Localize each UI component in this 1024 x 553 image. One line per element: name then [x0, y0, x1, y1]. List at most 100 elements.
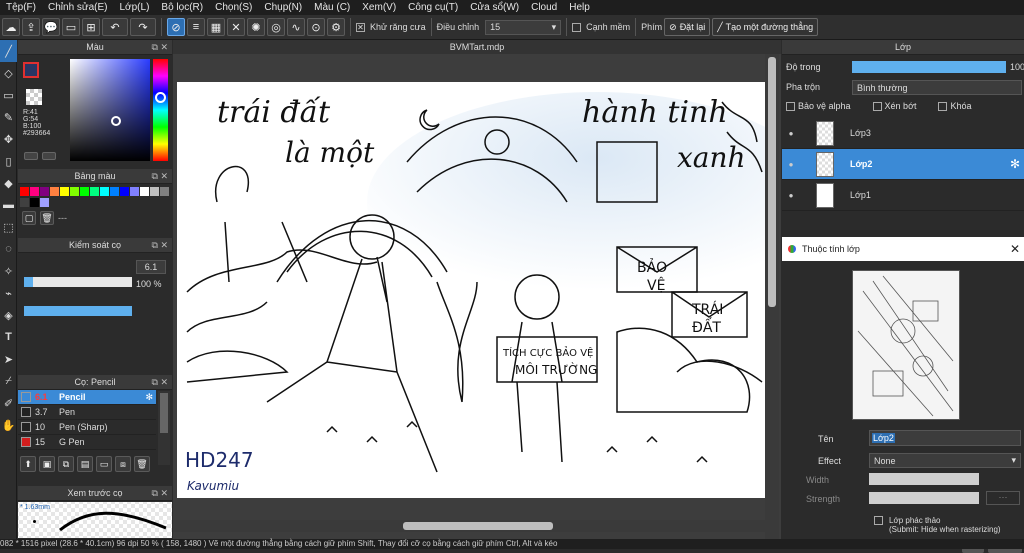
soft-edge-checkbox[interactable]: [572, 22, 582, 32]
hue-slider-handle[interactable]: [155, 92, 166, 103]
snap-off-icon[interactable]: ⊘: [167, 18, 185, 36]
layer-opacity-slider[interactable]: [852, 61, 1006, 73]
fill-tool-icon[interactable]: ◆: [0, 172, 17, 194]
brush-item-gpen[interactable]: 15 G Pen: [18, 435, 156, 450]
palette-swatch[interactable]: [30, 187, 39, 196]
new-palette-icon[interactable]: ▢: [22, 211, 36, 225]
panel-controls-icon[interactable]: ⧉ ✕: [152, 42, 168, 53]
share-icon[interactable]: ⇪: [22, 18, 40, 36]
text-tool-icon[interactable]: T: [0, 326, 17, 348]
scrollbar-thumb[interactable]: [160, 393, 168, 433]
menu-cloud[interactable]: Cloud: [525, 2, 563, 13]
magic-wand-icon[interactable]: ✧: [0, 260, 17, 282]
palette-swatch[interactable]: [160, 187, 169, 196]
menu-layer[interactable]: Lớp(L): [114, 2, 156, 13]
adjust-select[interactable]: 15 ▾: [485, 19, 562, 35]
draft-layer-checkbox[interactable]: [874, 516, 883, 525]
palette-swatch[interactable]: [60, 187, 69, 196]
visibility-icon[interactable]: ●: [782, 129, 800, 138]
brush-item-pen-sharp[interactable]: 10 Pen (Sharp): [18, 420, 156, 435]
select-pen-icon[interactable]: ⌁: [0, 282, 17, 304]
brush-list-scrollbar[interactable]: [158, 391, 170, 465]
layer-row-2[interactable]: ● Lớp2 ✻: [782, 149, 1024, 180]
brush-type-icon[interactable]: ▣: [39, 456, 55, 472]
sv-picker-handle[interactable]: [111, 116, 121, 126]
sv-color-picker[interactable]: [70, 59, 150, 161]
brush-copy-icon[interactable]: ⧉: [58, 456, 74, 472]
select-eraser-icon[interactable]: ◈: [0, 304, 17, 326]
comment-icon[interactable]: 💬: [42, 18, 60, 36]
layer-name-input[interactable]: Lớp2: [869, 430, 1021, 446]
gear-icon[interactable]: ✻: [145, 392, 153, 403]
transparent-swatch[interactable]: [26, 89, 42, 105]
menu-tools[interactable]: Công cụ(T): [402, 2, 464, 13]
snap-icon[interactable]: ⊞: [82, 18, 100, 36]
clipping-option[interactable]: Xén bớt: [872, 101, 916, 112]
snap-parallel-icon[interactable]: ≡: [187, 18, 205, 36]
palette-swatch[interactable]: [100, 187, 109, 196]
menu-filter[interactable]: Bộ lọc(R): [155, 2, 209, 13]
palette-swatch[interactable]: [110, 187, 119, 196]
brush-item-pen[interactable]: 3.7 Pen: [18, 405, 156, 420]
menu-view[interactable]: Xem(V): [356, 2, 402, 13]
protect-alpha-checkbox[interactable]: [786, 102, 795, 112]
brush-settings-icon[interactable]: ▤: [77, 456, 93, 472]
brush-opacity-slider[interactable]: [24, 306, 132, 316]
effect-strength-slider[interactable]: [869, 492, 979, 504]
snap-radial-icon[interactable]: ✺: [247, 18, 265, 36]
brush-folder-icon[interactable]: ▭: [96, 456, 112, 472]
menu-edit[interactable]: Chỉnh sửa(E): [42, 2, 114, 13]
snap-ellipse-icon[interactable]: ⊙: [307, 18, 325, 36]
gradient-tool-icon[interactable]: ▬: [0, 194, 17, 216]
layer-row-3[interactable]: ● Lớp3: [782, 118, 1024, 149]
brush-item-pencil[interactable]: 6.1 Pencil ✻: [18, 390, 156, 405]
panel-controls-icon[interactable]: ⧉ ✕: [152, 171, 168, 182]
snap-settings-icon[interactable]: ⚙: [327, 18, 345, 36]
palette-swatch[interactable]: [140, 187, 149, 196]
palette-swatch[interactable]: [70, 187, 79, 196]
blend-select[interactable]: Bình thường: [852, 80, 1022, 95]
clipping-checkbox[interactable]: [872, 102, 882, 112]
palette-swatch[interactable]: [20, 187, 29, 196]
panel-controls-icon[interactable]: ⧉ ✕: [152, 240, 168, 251]
menu-color[interactable]: Màu (C): [308, 2, 356, 13]
delete-palette-icon[interactable]: 🗑: [40, 211, 54, 225]
antialias-checkbox[interactable]: ✕: [356, 22, 365, 32]
protect-alpha-option[interactable]: Bảo vệ alpha: [786, 101, 851, 112]
palette-swatch[interactable]: [130, 187, 139, 196]
brush-size-slider[interactable]: [24, 277, 132, 287]
effect-select[interactable]: None ▾: [869, 453, 1021, 468]
palette-swatch[interactable]: [90, 187, 99, 196]
panel-controls-icon[interactable]: ⧉ ✕: [152, 488, 168, 499]
snap-curve-icon[interactable]: ∿: [287, 18, 305, 36]
snap-grid-icon[interactable]: ▦: [207, 18, 225, 36]
visibility-icon[interactable]: ●: [782, 160, 800, 169]
operation-tool-icon[interactable]: ➤: [0, 348, 17, 370]
palette-swatch[interactable]: [40, 187, 49, 196]
palette-swatch[interactable]: [20, 198, 29, 207]
tablet-icon[interactable]: ▭: [62, 18, 80, 36]
palette-swatch[interactable]: [150, 187, 159, 196]
reset-button[interactable]: ⊘ Đặt lại: [664, 18, 711, 36]
brush-tool-icon[interactable]: ╱: [0, 40, 17, 62]
redo-icon[interactable]: ↷: [130, 18, 156, 36]
effect-width-slider[interactable]: [869, 473, 979, 485]
rectangle-tool-icon[interactable]: ▭: [0, 84, 17, 106]
menu-file[interactable]: Tệp(F): [0, 2, 42, 13]
brush-layers-icon[interactable]: ⧈: [115, 456, 131, 472]
scrollbar-thumb[interactable]: [403, 522, 553, 530]
straight-line-button[interactable]: ╱ Tạo một đường thẳng: [712, 18, 819, 36]
eyedropper-icon[interactable]: ✐: [0, 392, 17, 414]
palette-swatch[interactable]: [40, 198, 49, 207]
menu-select[interactable]: Chọn(S): [209, 2, 258, 13]
undo-icon[interactable]: ↶: [102, 18, 128, 36]
move-tool-icon[interactable]: ✥: [0, 128, 17, 150]
lock-checkbox[interactable]: [938, 102, 948, 112]
gear-icon[interactable]: ✻: [1010, 157, 1020, 171]
add-brush-icon[interactable]: ⬆: [20, 456, 36, 472]
menu-window[interactable]: Cửa sổ(W): [464, 2, 525, 13]
canvas-horizontal-scrollbar[interactable]: [173, 520, 765, 532]
hue-slider[interactable]: [153, 59, 168, 161]
select-lasso-icon[interactable]: ◌: [0, 238, 17, 260]
layer-move-icon[interactable]: ▯: [0, 150, 17, 172]
